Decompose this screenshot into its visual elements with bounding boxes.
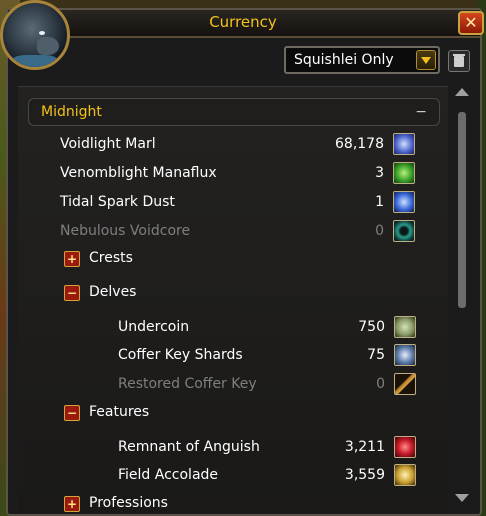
close-icon: ✕ [464,13,478,32]
restored-coffer-key-icon [394,373,416,395]
currency-quantity: 68,178 [335,136,384,152]
section-title: Midnight [41,104,102,120]
scroll-down-icon[interactable] [454,492,470,504]
portrait-collar [13,55,57,67]
tidal-spark-dust-icon [393,191,415,213]
portrait-eye [39,31,45,35]
currency-name: Coffer Key Shards [118,347,243,363]
field-accolade-icon [394,464,416,486]
collapse-icon: − [64,405,80,421]
dropdown-selected-value: Squishlei Only [294,52,394,68]
currency-name: Field Accolade [118,467,219,483]
currency-name: Tidal Spark Dust [60,194,175,210]
currency-quantity: 0 [375,223,384,239]
collapse-icon: − [64,285,80,301]
chevron-down-icon[interactable] [416,50,436,70]
character-portrait [0,0,70,70]
collapse-icon: − [415,104,427,120]
category-label: Crests [89,250,133,266]
expand-icon: + [64,251,80,267]
remnant-of-anguish-icon [394,436,416,458]
trash-icon[interactable] [448,50,470,72]
undercoin-icon [394,316,416,338]
currency-quantity: 0 [376,376,385,392]
currency-quantity: 750 [358,319,385,335]
scroll-up-icon[interactable] [454,88,470,100]
currency-name: Remnant of Anguish [118,439,260,455]
currency-name: Restored Coffer Key [118,376,257,392]
nebulous-voidcore-icon [393,220,415,242]
currency-quantity: 3 [375,165,384,181]
currency-quantity: 1 [375,194,384,210]
character-filter-dropdown[interactable]: Squishlei Only [284,46,440,74]
coffer-key-shards-icon [394,344,416,366]
currency-quantity: 3,559 [344,467,385,483]
currency-name: Voidlight Marl [60,136,156,152]
currency-quantity: 75 [367,347,385,363]
section-header-midnight[interactable]: Midnight − [28,98,440,126]
venomblight-manaflux-icon [393,162,415,184]
category-label: Features [89,404,150,420]
window-title: Currency [209,13,277,31]
currency-quantity: 3,211 [344,439,385,455]
close-button[interactable]: ✕ [458,11,484,35]
voidlight-marl-icon [393,133,415,155]
category-label: Delves [89,284,137,300]
currency-name: Undercoin [118,319,190,335]
currency-name: Venomblight Manaflux [60,165,217,181]
category-label: Professions [89,495,168,511]
expand-icon: + [64,496,80,512]
scroll-thumb[interactable] [458,112,466,308]
portrait-snout [37,37,59,55]
currency-name: Nebulous Voidcore [60,223,191,239]
